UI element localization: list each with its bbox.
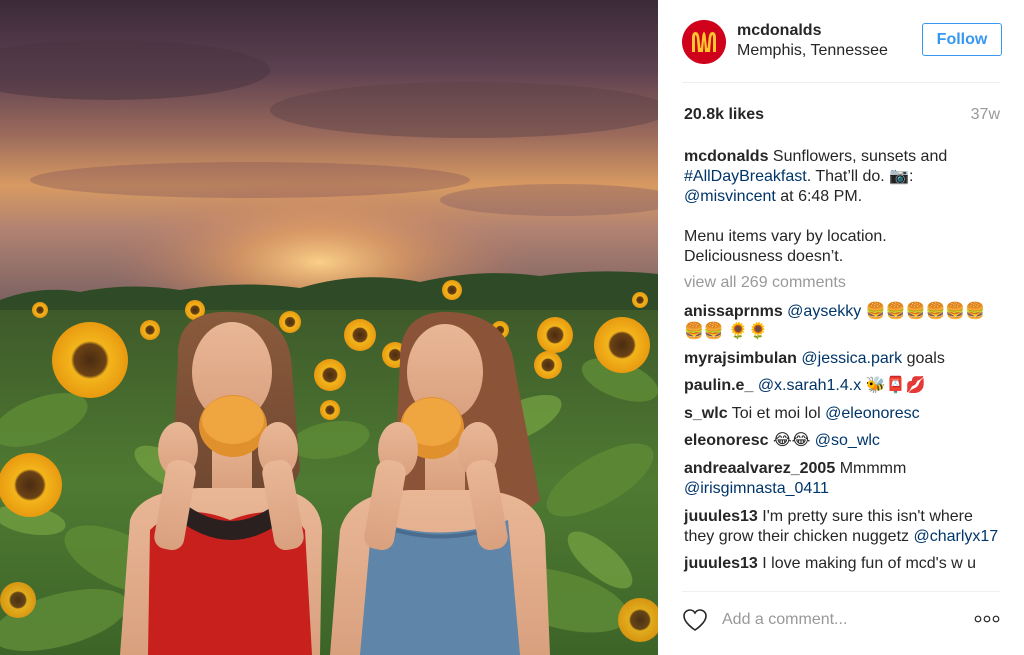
comment-mention[interactable]: @irisgimnasta_0411 — [684, 480, 829, 497]
post-header: mcdonalds Memphis, Tennessee Follow — [682, 18, 1002, 66]
comment-text: 😂😂 — [772, 432, 811, 449]
comment-username[interactable]: s_wlc — [684, 405, 728, 422]
add-comment-input[interactable]: Add a comment... — [722, 611, 847, 629]
comment-text: Toi et moi lol — [731, 405, 821, 422]
comment-mention[interactable]: @eleonoresc — [825, 405, 920, 422]
heart-icon[interactable] — [682, 608, 708, 632]
comment-username[interactable]: andreaalvarez_2005 — [684, 460, 835, 477]
comment-username[interactable]: eleonoresc — [684, 432, 768, 449]
comment-mention[interactable]: @so_wlc — [815, 432, 880, 449]
comment-text: Mmmmm — [839, 460, 907, 477]
caption-paragraph-2: Menu items vary by location. Deliciousne… — [684, 228, 887, 265]
comment-item: myrajsimbulan @jessica.park goals — [684, 349, 1004, 369]
comment-username[interactable]: myrajsimbulan — [684, 350, 797, 367]
comment-item: s_wlc Toi et moi lol @eleonoresc — [684, 404, 1004, 424]
post-username[interactable]: mcdonalds — [737, 22, 821, 40]
caption-mention[interactable]: @misvincent — [684, 188, 776, 205]
comment-mention[interactable]: @jessica.park — [801, 350, 902, 367]
comment-item: andreaalvarez_2005 Mmmmm @irisgimnasta_0… — [684, 459, 1004, 499]
comment-text: goals — [906, 350, 945, 367]
comment-mention[interactable]: @x.sarah1.4.x — [758, 377, 861, 394]
caption-text-2: . That’ll do. 📷: — [806, 168, 914, 185]
comment-footer: Add a comment... — [682, 607, 1002, 635]
comment-item: paulin.e_ @x.sarah1.4.x 🐝📮💋 — [684, 376, 1004, 396]
follow-button[interactable]: Follow — [922, 23, 1002, 56]
comment-mention[interactable]: @charlyx17 — [913, 528, 998, 545]
caption-username[interactable]: mcdonalds — [684, 148, 768, 165]
comment-item: eleonoresc 😂😂 @so_wlc — [684, 431, 1004, 451]
caption-text-1: Sunflowers, sunsets and — [772, 148, 948, 165]
comment-username[interactable]: paulin.e_ — [684, 377, 753, 394]
post-location[interactable]: Memphis, Tennessee — [737, 42, 888, 60]
comment-text: 🐝📮💋 — [865, 377, 926, 394]
likes-count[interactable]: 20.8k likes — [684, 106, 764, 124]
comment-mention[interactable]: @aysekky — [787, 303, 861, 320]
header-divider — [682, 82, 1000, 83]
post-caption: mcdonalds Sunflowers, sunsets and #AllDa… — [684, 147, 984, 267]
caption-hashtag[interactable]: #AllDayBreakfast — [684, 168, 807, 185]
comment-item: juuules13 I love making fun of mcd's w u — [684, 554, 1004, 574]
comment-username[interactable]: anissaprnms — [684, 303, 783, 320]
post-side-panel: mcdonalds Memphis, Tennessee Follow 20.8… — [658, 0, 1024, 655]
post-photo[interactable] — [0, 0, 658, 655]
more-options-icon[interactable] — [974, 615, 1000, 623]
footer-divider — [682, 591, 1000, 592]
post-time[interactable]: 37w — [971, 106, 1000, 124]
avatar[interactable] — [682, 20, 726, 64]
view-all-comments-link[interactable]: view all 269 comments — [684, 274, 846, 292]
comment-item: anissaprnms @aysekky 🍔🍔🍔🍔🍔🍔🍔🍔 🌻🌻 — [684, 302, 1004, 342]
comment-item: juuules13 I'm pretty sure this isn't whe… — [684, 507, 1004, 547]
comment-username[interactable]: juuules13 — [684, 555, 758, 572]
sunflower-field-photo — [0, 0, 658, 655]
caption-text-3: at 6:48 PM. — [775, 188, 863, 205]
mcdonalds-logo-icon — [682, 20, 726, 64]
comment-text: I love making fun of mcd's w u — [762, 555, 977, 572]
comment-username[interactable]: juuules13 — [684, 508, 758, 525]
